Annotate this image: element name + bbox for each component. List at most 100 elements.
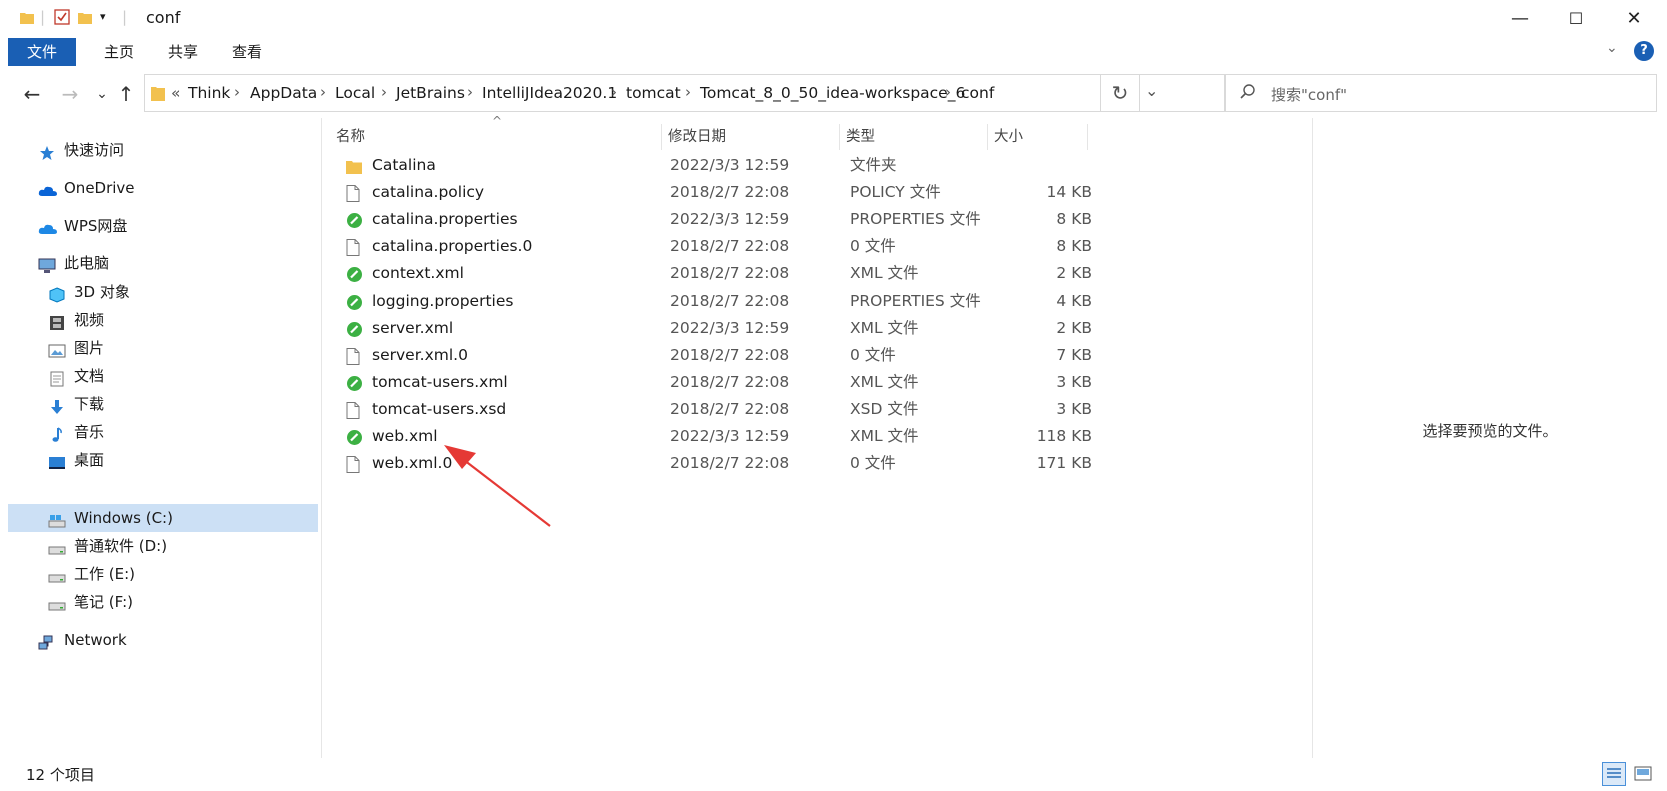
cloud-icon — [38, 218, 57, 234]
column-header-size[interactable]: 大小 — [988, 124, 1088, 150]
minimize-button[interactable]: — — [1492, 4, 1548, 34]
column-header-name[interactable]: 名称 — [330, 124, 662, 150]
drive-icon — [48, 566, 66, 583]
file-type: 0 文件 — [850, 345, 896, 364]
file-icon — [346, 347, 362, 365]
forward-button[interactable]: → — [56, 78, 84, 110]
file-size: 118 KB — [1036, 427, 1092, 445]
breadcrumb-separator[interactable]: › — [234, 83, 240, 101]
file-name: web.xml — [372, 427, 438, 445]
music-icon — [48, 424, 66, 442]
breadcrumb-intellijidea[interactable]: IntelliJIdea2020.1 — [482, 84, 617, 102]
file-date: 2018/2/7 22:08 — [670, 291, 790, 310]
file-row[interactable]: catalina.policy 2018/2/7 22:08 POLICY 文件 14… — [322, 179, 1092, 206]
network-icon — [38, 632, 56, 650]
file-size: 7 KB — [1056, 345, 1092, 364]
help-icon[interactable]: ? — [1634, 41, 1654, 61]
file-date: 2018/2/7 22:08 — [670, 345, 790, 364]
expand-ribbon-icon[interactable]: ⌄ — [1606, 40, 1618, 56]
sidebar-item-drive-c[interactable]: Windows (C:) — [48, 504, 308, 532]
file-type: 0 文件 — [850, 454, 896, 473]
details-view-icon[interactable] — [1602, 762, 1626, 786]
new-folder-icon[interactable] — [78, 10, 92, 28]
breadcrumb-separator[interactable]: › — [320, 83, 326, 101]
file-type: XML 文件 — [850, 318, 919, 337]
properties-icon[interactable] — [54, 9, 70, 29]
file-name: server.xml.0 — [372, 345, 468, 364]
breadcrumb-tomcat[interactable]: tomcat — [626, 84, 681, 102]
drive-icon — [48, 510, 66, 528]
file-row[interactable]: web.xml.0 2018/2/7 22:08 0 文件 171 KB — [322, 450, 1092, 477]
ribbon-tabs: 文件 主页 共享 查看 ⌄ ? — [8, 38, 1667, 66]
folder-icon — [346, 157, 362, 174]
file-name: tomcat-users.xml — [372, 372, 508, 391]
customize-quick-access-icon[interactable]: ▾ — [100, 10, 106, 23]
breadcrumb-think[interactable]: Think — [188, 84, 230, 102]
column-header-date[interactable]: 修改日期 — [662, 124, 840, 150]
breadcrumb-conf[interactable]: conf — [961, 84, 994, 102]
file-date: 2018/2/7 22:08 — [670, 237, 790, 256]
breadcrumb-appdata[interactable]: AppData — [250, 84, 317, 102]
window-title: conf — [146, 8, 181, 27]
status-bar: 12 个项目 — [8, 758, 1667, 791]
close-button[interactable]: ✕ — [1606, 4, 1662, 34]
breadcrumb-overflow[interactable]: « — [171, 84, 180, 102]
navigation-pane: 快速访问 OneDrive WPS网盘 此电脑 3D 对象 视频 图片 文档 下… — [8, 118, 320, 758]
file-row[interactable]: server.xml.0 2018/2/7 22:08 0 文件 7 KB — [322, 342, 1092, 369]
folder-icon — [20, 10, 34, 28]
file-name: context.xml — [372, 264, 464, 283]
file-type: POLICY 文件 — [850, 183, 941, 202]
file-list: ^ 名称 修改日期 类型 大小 Catalina 2022/3/3 12:59 文件… — [322, 114, 1312, 758]
separator: | — [40, 8, 46, 26]
file-row[interactable]: logging.properties 2018/2/7 22:08 PROPERTI… — [322, 288, 1092, 315]
file-row[interactable]: tomcat-users.xml 2018/2/7 22:08 XML 文件 3 KB — [322, 369, 1092, 396]
large-icons-view-icon[interactable] — [1632, 763, 1654, 789]
file-size: 2 KB — [1056, 318, 1092, 337]
green-file-icon — [346, 211, 362, 229]
file-row[interactable]: web.xml 2022/3/3 12:59 XML 文件 118 KB — [322, 423, 1092, 450]
file-type: XML 文件 — [850, 427, 919, 445]
computer-icon — [38, 255, 56, 273]
file-row[interactable]: context.xml 2018/2/7 22:08 XML 文件 2 KB — [322, 260, 1092, 287]
breadcrumb-separator[interactable]: › — [467, 83, 473, 101]
up-button[interactable]: ↑ — [112, 78, 140, 110]
file-type: XSD 文件 — [850, 399, 919, 418]
address-dropdown-icon[interactable]: ⌄ — [1145, 81, 1158, 100]
breadcrumb-tomcat-workspace[interactable]: Tomcat_8_0_50_idea-workspace_6 — [700, 84, 965, 102]
file-row[interactable]: catalina.properties.0 2018/2/7 22:08 0 文件 8… — [322, 233, 1092, 260]
file-date: 2022/3/3 12:59 — [670, 210, 790, 229]
file-row[interactable]: Catalina 2022/3/3 12:59 文件夹 — [322, 152, 1092, 179]
breadcrumb-jetbrains[interactable]: JetBrains — [396, 84, 465, 102]
cube-icon — [48, 284, 66, 303]
green-file-icon — [346, 374, 362, 391]
file-type: XML 文件 — [850, 372, 919, 391]
breadcrumb-separator[interactable]: › — [945, 83, 951, 101]
address-bar[interactable]: « Think › AppData › Local › JetBrains › … — [144, 74, 1226, 112]
breadcrumb-separator[interactable]: › — [611, 83, 617, 101]
breadcrumb-separator[interactable]: › — [685, 83, 691, 101]
file-date: 2018/2/7 22:08 — [670, 264, 790, 283]
tab-view[interactable]: 查看 — [208, 38, 286, 66]
drive-icon — [48, 594, 66, 611]
back-button[interactable]: ← — [18, 78, 46, 110]
file-name: Catalina — [372, 156, 436, 174]
file-row[interactable]: server.xml 2022/3/3 12:59 XML 文件 2 KB — [322, 315, 1092, 342]
file-size: 3 KB — [1056, 399, 1092, 418]
column-header-type[interactable]: 类型 — [840, 124, 988, 150]
refresh-button[interactable]: ↻ — [1100, 74, 1140, 112]
tab-file[interactable]: 文件 — [8, 38, 76, 66]
breadcrumb-separator[interactable]: › — [381, 83, 387, 101]
file-icon — [346, 238, 362, 257]
annotation-arrow-icon — [444, 445, 551, 527]
breadcrumb-local[interactable]: Local — [335, 84, 375, 102]
maximize-button[interactable]: ☐ — [1548, 4, 1604, 34]
file-type: 0 文件 — [850, 237, 896, 256]
file-row[interactable]: catalina.properties 2022/3/3 12:59 PROPERT… — [322, 206, 1092, 233]
green-file-icon — [346, 265, 362, 283]
search-input[interactable]: 搜索"conf" — [1271, 84, 1347, 105]
file-name: tomcat-users.xsd — [372, 399, 507, 418]
file-type: 文件夹 — [850, 156, 897, 174]
file-row[interactable]: tomcat-users.xsd 2018/2/7 22:08 XSD 文件 3 KB — [322, 396, 1092, 423]
file-type: XML 文件 — [850, 264, 919, 283]
search-box[interactable]: 搜索"conf" — [1224, 74, 1657, 112]
